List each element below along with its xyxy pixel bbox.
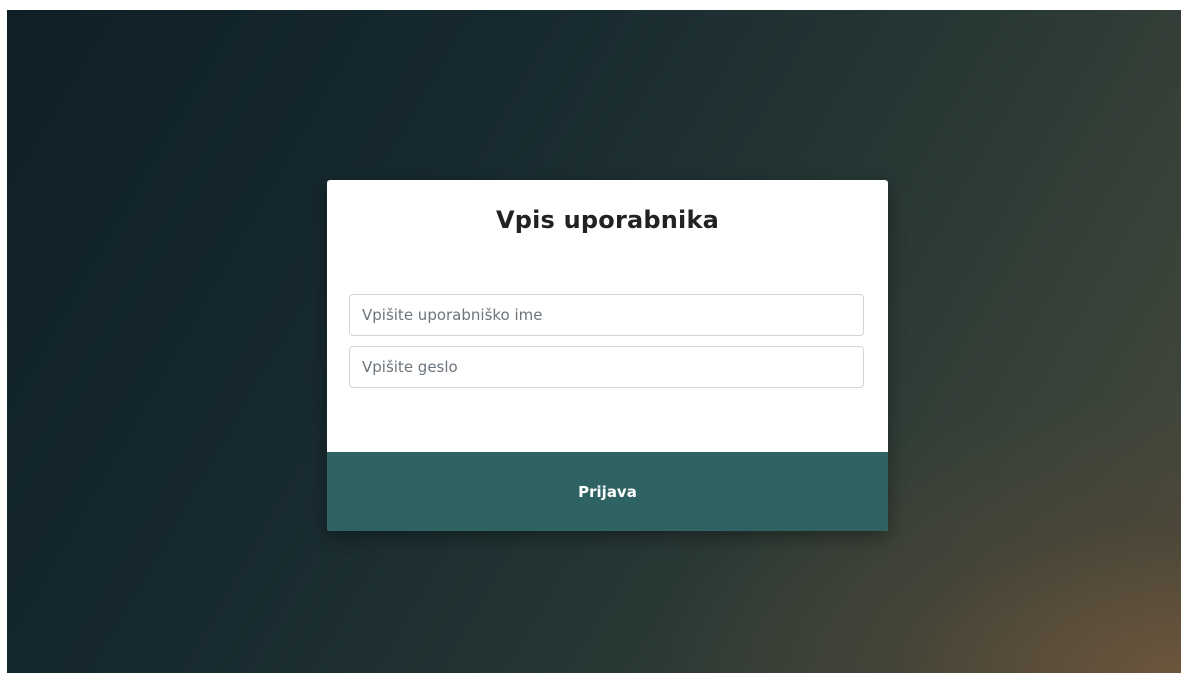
page-background: Vpis uporabnika Prijava (7, 10, 1181, 673)
login-title: Vpis uporabnika (495, 206, 720, 234)
password-input[interactable] (349, 346, 864, 388)
login-card: Vpis uporabnika Prijava (327, 180, 888, 531)
login-button[interactable]: Prijava (327, 452, 888, 531)
username-input[interactable] (349, 294, 864, 336)
